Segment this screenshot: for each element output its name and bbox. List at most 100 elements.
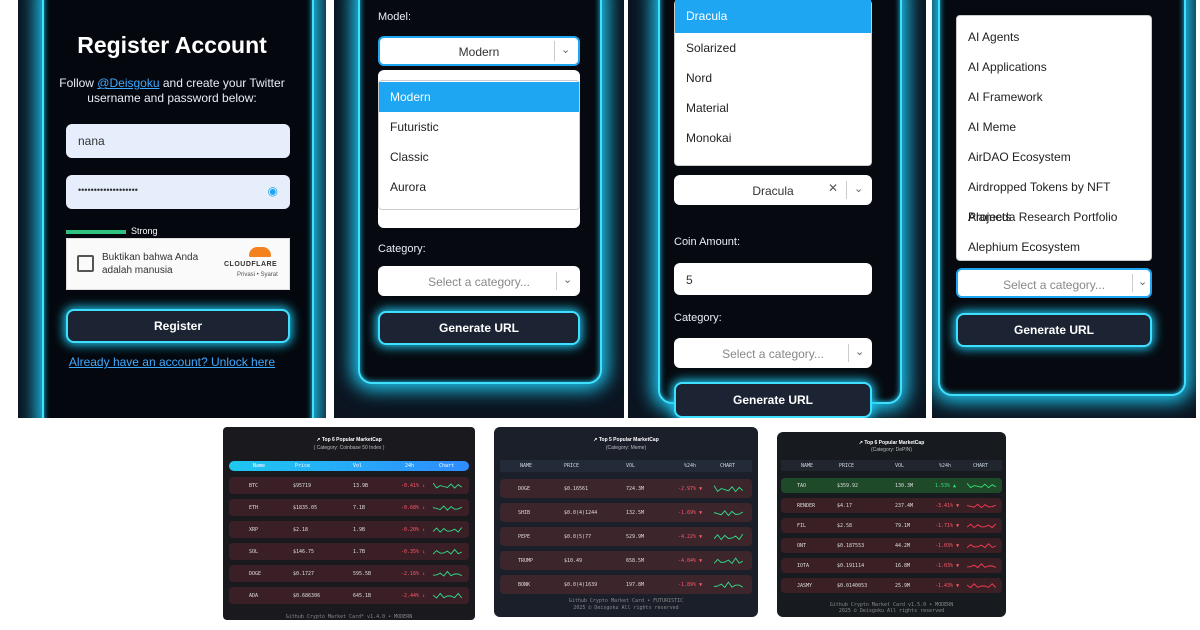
cell-change: -2.97% ▼ (678, 485, 703, 492)
cell-price: $1835.05 (293, 504, 318, 511)
category-option[interactable]: AI Framework (957, 82, 1151, 112)
card-footer: Github Crypto Market Card • FUTURISTIC (568, 598, 684, 604)
cell-price: $0.686306 (293, 592, 321, 599)
sparkline-chart (433, 592, 463, 599)
model-panel: Model: Modern ⌄ Modern Futuristic Classi… (334, 0, 624, 418)
category-select[interactable]: Select a category... (378, 266, 580, 296)
chevron-down-icon[interactable]: ⌄ (563, 273, 572, 286)
category-option[interactable]: Airdropped Tokens by NFT Projects (957, 172, 1151, 224)
category-select[interactable]: Select a category... (674, 338, 872, 368)
clear-icon[interactable]: ✕ (828, 181, 838, 195)
coin-amount-input[interactable]: 5 (674, 263, 872, 295)
table-row: BONK $0.0(4)1639 197.8M -1.89% ▼ (500, 575, 752, 594)
unlock-account-link[interactable]: Already have an account? Unlock here (18, 355, 326, 369)
model-option-futuristic[interactable]: Futuristic (379, 112, 579, 142)
category-option[interactable]: AirDAO Ecosystem (957, 142, 1151, 172)
cell-name: TAO (797, 482, 807, 489)
theme-option-dracula[interactable]: Dracula (675, 0, 871, 33)
sparkline-chart (433, 527, 463, 533)
captcha-privacy-links[interactable]: Privasi • Syarat (237, 272, 278, 278)
captcha-checkbox[interactable] (77, 255, 94, 272)
register-button[interactable]: Register (66, 309, 290, 343)
cell-vol: 79.1M (895, 522, 911, 529)
cell-name: ADA (249, 592, 259, 599)
market-card-futuristic: ↗ Top 5 Popular MarketCap (Category: Mem… (494, 427, 758, 617)
chevron-down-icon[interactable]: ⌄ (1138, 275, 1147, 288)
card-title: ↗ Top 5 Popular MarketCap (593, 437, 659, 443)
card-footer-copyright: 2025 © Deisgoku All rights reserved (573, 605, 679, 611)
table-header: Name Price Vol 24h Chart (229, 461, 469, 471)
category-select[interactable]: Select a category... (956, 268, 1152, 298)
cell-change: -1.03% ▼ (935, 542, 960, 549)
cell-vol: 13.9B (353, 482, 369, 489)
table-row: TRUMP $10.49 658.5M -4.04% ▼ (500, 551, 752, 570)
card-subtitle: (Category: Meme) (605, 445, 647, 451)
cell-vol: 724.3M (626, 485, 645, 492)
password-strength-bar (66, 230, 126, 234)
register-panel: Register Account Follow @Deisgoku and cr… (18, 0, 326, 418)
card-title: ↗ Top 6 Popular MarketCap (858, 440, 925, 446)
chevron-down-icon[interactable]: ⌄ (855, 345, 864, 358)
username-input[interactable]: nana (66, 124, 290, 158)
model-option-modern[interactable]: Modern (379, 82, 579, 112)
category-option[interactable]: AI Agents (957, 22, 1151, 52)
sparkline-chart (433, 482, 463, 489)
cell-change: -0.68% ↓ (401, 504, 426, 511)
captcha-widget[interactable]: Buktikan bahwa Anda adalah manusia CLOUD… (66, 238, 290, 290)
chevron-down-icon[interactable]: ⌄ (561, 43, 570, 56)
model-select[interactable]: Modern (378, 36, 580, 66)
theme-option-nord[interactable]: Nord (675, 63, 871, 93)
theme-option-solarized[interactable]: Solarized (675, 33, 871, 63)
theme-option-material[interactable]: Material (675, 93, 871, 123)
table-row: ETH $1835.05 7.1B -0.68% ↓ (229, 499, 469, 516)
sparkline-chart (714, 510, 744, 517)
cell-price: $359.92 (837, 482, 859, 489)
cell-name: SHIB (518, 509, 531, 516)
cell-price: $2.18 (293, 526, 309, 533)
category-option[interactable]: Alephium Ecosystem (957, 232, 1151, 262)
sparkline-chart (967, 563, 996, 569)
model-select-separator (554, 41, 555, 61)
generate-url-button[interactable]: Generate URL (956, 313, 1152, 347)
cell-name: IOTA (797, 562, 810, 569)
model-option-aurora[interactable]: Aurora (379, 172, 579, 202)
card-footer-copyright: 2025 © Deisgoku All rights reserved (838, 608, 945, 614)
cell-change: -1.71% ▼ (935, 522, 960, 529)
cell-price: $4.17 (837, 502, 853, 509)
cell-vol: 16.8M (895, 562, 911, 569)
theme-panel: Dracula Solarized Nord Material Monokai … (628, 0, 926, 418)
cell-vol: 658.5M (626, 557, 645, 564)
generate-url-button[interactable]: Generate URL (378, 311, 580, 345)
password-input[interactable]: ••••••••••••••••••• ◉ (66, 175, 290, 209)
sparkline-chart (433, 548, 462, 555)
table-row: JASMY $0.0140053 25.9M -1.43% ▼ (781, 578, 1002, 593)
theme-select[interactable]: Dracula (674, 175, 872, 205)
card-subtitle: ( Category: Coinbase 50 Index ) (313, 445, 385, 451)
cell-vol: 1.7B (353, 548, 366, 555)
cell-name: RENDER (797, 502, 816, 509)
card-subtitle: (Category: DePIN) (870, 447, 913, 453)
table-row: BTC $95719 13.9B -0.41% ↓ (229, 477, 469, 494)
cell-change: -1.03% ▼ (935, 562, 960, 569)
twitter-handle-link[interactable]: @Deisgoku (97, 76, 159, 90)
model-options-list: Modern Futuristic Classic Aurora (378, 80, 580, 210)
cell-price: $0.0140053 (837, 582, 868, 589)
model-option-classic[interactable]: Classic (379, 142, 579, 172)
sparkline-chart (714, 581, 744, 589)
cell-vol: 132.5M (626, 509, 645, 516)
cell-change: -4.22% ▼ (678, 533, 703, 540)
cloudflare-icon (249, 247, 271, 257)
generate-url-button[interactable]: Generate URL (674, 382, 872, 418)
coin-amount-label: Coin Amount: (674, 236, 741, 248)
category-option[interactable]: AI Meme (957, 112, 1151, 142)
cell-change: -1.89% ▼ (678, 581, 703, 588)
category-option[interactable]: Alameda Research Portfolio (957, 202, 1151, 232)
sparkline-chart (967, 583, 997, 589)
cell-change: -0.41% ↓ (401, 482, 426, 489)
theme-option-monokai[interactable]: Monokai (675, 123, 871, 153)
category-option[interactable]: AI Applications (957, 52, 1151, 82)
eye-icon[interactable]: ◉ (268, 184, 278, 198)
sparkline-chart (433, 570, 462, 577)
chevron-down-icon[interactable]: ⌄ (854, 182, 863, 195)
cell-name: BONK (518, 581, 531, 588)
